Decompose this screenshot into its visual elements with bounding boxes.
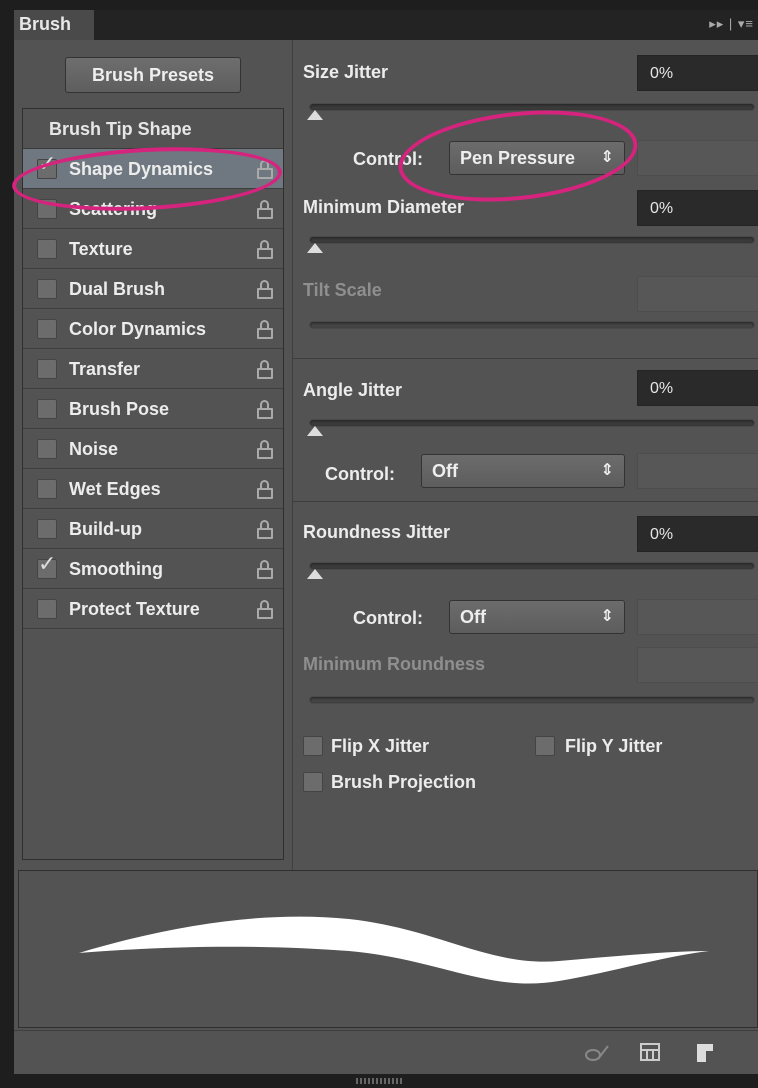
brush-tab[interactable]: Brush — [14, 10, 94, 40]
separator — [293, 501, 758, 502]
option-row[interactable]: Dual Brush — [23, 269, 283, 309]
angle-jitter-value[interactable]: 0% — [637, 370, 758, 406]
roundness-control-dropdown[interactable]: Off ⇕ — [449, 600, 625, 634]
brush-options-list: Brush Tip Shape ✓ Shape Dynamics Scatterin… — [22, 108, 284, 860]
panel-menu-icon[interactable]: ▸▸ | ▾≡ — [709, 16, 754, 32]
option-label: Noise — [69, 439, 119, 459]
option-label: Color Dynamics — [69, 319, 207, 339]
minimum-roundness-slider — [309, 696, 755, 704]
roundness-control-extra-field — [637, 599, 758, 635]
option-label: Dual Brush — [69, 279, 166, 299]
grid-icon[interactable] — [640, 1043, 660, 1066]
flip-x-label: Flip X Jitter — [331, 736, 430, 756]
lock-icon[interactable] — [257, 240, 273, 259]
option-row[interactable]: Brush Pose — [23, 389, 283, 429]
dropdown-arrows-icon: ⇕ — [600, 608, 614, 625]
option-checkbox[interactable] — [37, 439, 57, 459]
size-jitter-slider-thumb[interactable] — [307, 110, 323, 120]
angle-jitter-label: Angle Jitter — [303, 380, 403, 400]
option-label: Wet Edges — [69, 479, 161, 499]
flip-y-label: Flip Y Jitter — [565, 736, 663, 756]
option-row[interactable]: Noise — [23, 429, 283, 469]
option-label: Protect Texture — [69, 599, 200, 619]
brush-projection-label: Brush Projection — [331, 772, 477, 792]
panel-titlebar: Brush ▸▸ | ▾≡ — [14, 10, 758, 40]
lock-icon[interactable] — [257, 320, 273, 339]
brush-projection-checkbox[interactable] — [303, 772, 323, 792]
minimum-diameter-slider-thumb[interactable] — [307, 243, 323, 253]
lock-icon[interactable] — [257, 520, 273, 539]
option-row[interactable]: Color Dynamics — [23, 309, 283, 349]
brush-tip-shape-item[interactable]: Brush Tip Shape — [23, 109, 283, 149]
option-checkbox[interactable] — [37, 359, 57, 379]
option-label: Brush Pose — [69, 399, 170, 419]
option-checkbox[interactable] — [37, 519, 57, 539]
tilt-scale-slider — [309, 321, 755, 329]
resize-grip[interactable] — [356, 1078, 402, 1084]
roundness-control-label: Control: — [353, 608, 423, 628]
angle-control-dropdown[interactable]: Off ⇕ — [421, 454, 625, 488]
lock-icon[interactable] — [257, 480, 273, 499]
angle-control-label: Control: — [325, 464, 395, 484]
brush-toggle-icon[interactable] — [584, 1043, 610, 1068]
minimum-diameter-label: Minimum Diameter — [303, 197, 465, 217]
option-label: Texture — [69, 239, 133, 259]
lock-icon[interactable] — [257, 360, 273, 379]
size-control-extra-field — [637, 140, 758, 176]
minimum-diameter-slider[interactable] — [309, 236, 755, 244]
option-label: Transfer — [69, 359, 141, 379]
option-row[interactable]: Texture — [23, 229, 283, 269]
angle-jitter-slider[interactable] — [309, 419, 755, 427]
size-jitter-value[interactable]: 0% — [637, 55, 758, 91]
separator — [293, 358, 758, 359]
angle-control-value: Off — [432, 461, 458, 481]
lock-icon[interactable] — [257, 280, 273, 299]
angle-jitter-slider-thumb[interactable] — [307, 426, 323, 436]
roundness-jitter-slider-thumb[interactable] — [307, 569, 323, 579]
option-checkbox[interactable] — [37, 279, 57, 299]
option-row[interactable]: Protect Texture — [23, 589, 283, 629]
option-row[interactable]: ✓ Smoothing — [23, 549, 283, 589]
tilt-scale-value — [637, 276, 758, 312]
option-checkbox[interactable] — [37, 239, 57, 259]
roundness-jitter-slider[interactable] — [309, 562, 755, 570]
roundness-jitter-label: Roundness Jitter — [303, 522, 451, 542]
option-label: Smoothing — [69, 559, 163, 579]
flip-x-checkbox[interactable] — [303, 736, 323, 756]
lock-icon[interactable] — [257, 400, 273, 419]
option-checkbox[interactable] — [37, 399, 57, 419]
minimum-diameter-value[interactable]: 0% — [637, 190, 758, 226]
dropdown-arrows-icon: ⇕ — [600, 462, 614, 479]
lock-icon[interactable] — [257, 440, 273, 459]
roundness-jitter-value[interactable]: 0% — [637, 516, 758, 552]
option-rows: ✓ Shape Dynamics Scattering Texture Dual Bru… — [23, 149, 283, 629]
new-preset-icon[interactable] — [696, 1043, 714, 1068]
angle-control-extra-field — [637, 453, 758, 489]
checkmark-icon: ✓ — [38, 551, 57, 576]
brush-stroke-preview — [18, 870, 758, 1028]
brush-presets-button[interactable]: Brush Presets — [65, 57, 241, 93]
option-label: Build-up — [69, 519, 142, 539]
tilt-scale-label: Tilt Scale — [303, 280, 382, 300]
lock-icon[interactable] — [257, 560, 273, 579]
stroke-preview-image — [79, 916, 709, 984]
option-checkbox[interactable] — [37, 599, 57, 619]
option-row[interactable]: Transfer — [23, 349, 283, 389]
option-checkbox[interactable] — [37, 319, 57, 339]
size-jitter-label: Size Jitter — [303, 62, 389, 82]
option-checkbox[interactable] — [37, 479, 57, 499]
minimum-roundness-value — [637, 647, 758, 683]
minimum-roundness-label: Minimum Roundness — [303, 654, 486, 674]
lock-icon[interactable] — [257, 200, 273, 219]
roundness-control-value: Off — [460, 607, 486, 627]
panel-bottom-bar — [14, 1030, 758, 1074]
lock-icon[interactable] — [257, 600, 273, 619]
option-row[interactable]: Wet Edges — [23, 469, 283, 509]
option-row[interactable]: Build-up — [23, 509, 283, 549]
flip-y-checkbox[interactable] — [535, 736, 555, 756]
